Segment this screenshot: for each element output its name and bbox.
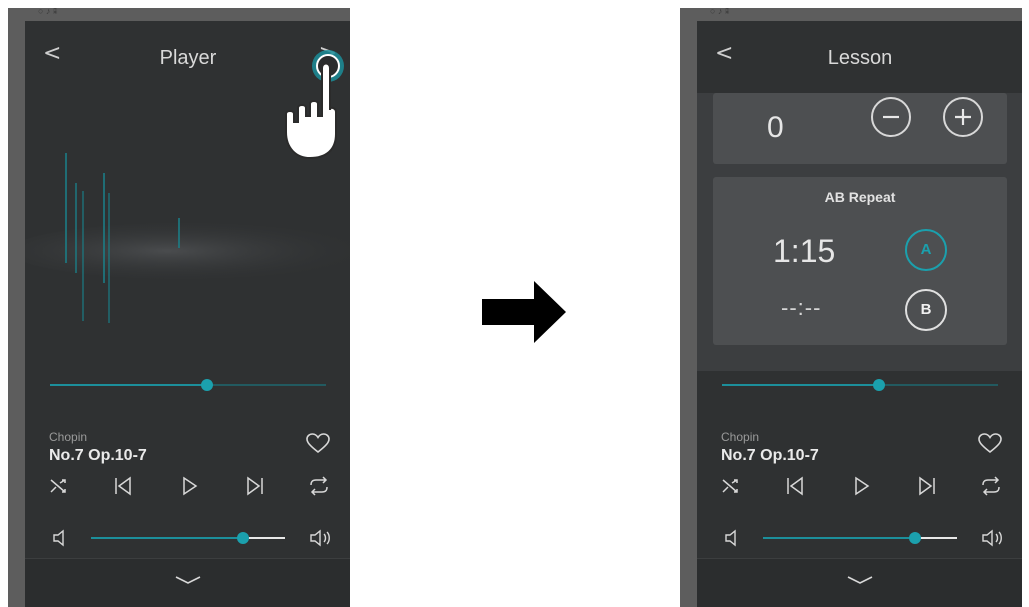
volume-remaining	[243, 537, 285, 539]
status-bar: ○ ♪ ⁑	[8, 8, 350, 21]
header: < Lesson	[697, 21, 1022, 93]
visualizer-bar	[178, 218, 180, 248]
ab-repeat-card: AB Repeat 1:15 A --:-- B	[713, 177, 1007, 345]
point-a-button[interactable]: A	[905, 229, 947, 271]
heart-icon[interactable]	[305, 432, 331, 454]
volume-low-icon	[725, 529, 736, 547]
tempo-value: 0	[767, 111, 784, 144]
lesson-screen: < Lesson 0 AB Repeat 1:15 A --:-- B Chop…	[697, 21, 1022, 607]
status-icon: ○ ♪ ⁑	[38, 8, 58, 16]
footer	[25, 558, 350, 607]
seek-remaining	[207, 384, 326, 386]
volume-handle[interactable]	[237, 532, 249, 544]
track-title: No.7 Op.10-7	[49, 447, 147, 464]
tap-hand-icon	[285, 50, 344, 160]
seek-remaining	[879, 384, 998, 386]
next-icon[interactable]	[242, 473, 268, 499]
previous-icon[interactable]	[110, 473, 136, 499]
footer	[697, 558, 1022, 607]
plus-button[interactable]	[943, 97, 983, 137]
chevron-down-icon[interactable]	[845, 571, 875, 589]
minus-icon	[883, 115, 899, 119]
volume-level	[91, 537, 243, 539]
minus-button[interactable]	[871, 97, 911, 137]
volume-row	[25, 522, 350, 552]
visualizer-bar	[108, 193, 110, 323]
right-arrow-icon	[482, 281, 566, 343]
page-title: Lesson	[827, 47, 893, 69]
seek-played	[722, 384, 879, 386]
volume-low-icon	[53, 529, 64, 547]
seek-played	[50, 384, 207, 386]
volume-level	[763, 537, 915, 539]
volume-high-icon	[982, 529, 1002, 547]
visualizer-bar	[103, 173, 105, 283]
chevron-down-icon[interactable]	[173, 571, 203, 589]
visualizer-bar	[82, 191, 84, 321]
play-icon[interactable]	[848, 473, 874, 499]
play-icon[interactable]	[176, 473, 202, 499]
seek-bar[interactable]	[50, 379, 326, 391]
point-b-button[interactable]: B	[905, 289, 947, 331]
shuffle-icon[interactable]	[719, 473, 745, 499]
shuffle-icon[interactable]	[47, 473, 73, 499]
repeat-icon[interactable]	[978, 473, 1004, 499]
ab-repeat-title: AB Repeat	[824, 189, 896, 205]
point-a-time: 1:15	[773, 233, 836, 269]
point-b-time: --:--	[781, 295, 822, 320]
seek-handle[interactable]	[873, 379, 885, 391]
visualizer-bar	[65, 153, 67, 263]
track-composer: Chopin	[721, 430, 760, 444]
next-icon[interactable]	[914, 473, 940, 499]
volume-slider[interactable]	[91, 532, 285, 544]
seek-bar[interactable]	[722, 379, 998, 391]
visualizer-bar	[75, 183, 77, 273]
plus-icon	[955, 109, 971, 125]
status-bar: ○ ♪ ⁑	[680, 8, 1022, 21]
tempo-card: 0	[713, 93, 1007, 164]
playback-controls	[697, 473, 1022, 503]
seek-handle[interactable]	[201, 379, 213, 391]
status-icon: ○ ♪ ⁑	[710, 8, 730, 16]
volume-slider[interactable]	[763, 532, 957, 544]
lesson-phone: ○ ♪ ⁑ < Lesson 0 AB Repeat 1:15 A --:-- …	[680, 8, 1022, 607]
track-title: No.7 Op.10-7	[721, 447, 819, 464]
track-composer: Chopin	[49, 430, 88, 444]
volume-high-icon	[310, 529, 330, 547]
heart-icon[interactable]	[977, 432, 1003, 454]
volume-handle[interactable]	[909, 532, 921, 544]
repeat-icon[interactable]	[306, 473, 332, 499]
previous-icon[interactable]	[782, 473, 808, 499]
playback-controls	[25, 473, 350, 503]
volume-remaining	[915, 537, 957, 539]
volume-row	[697, 522, 1022, 552]
